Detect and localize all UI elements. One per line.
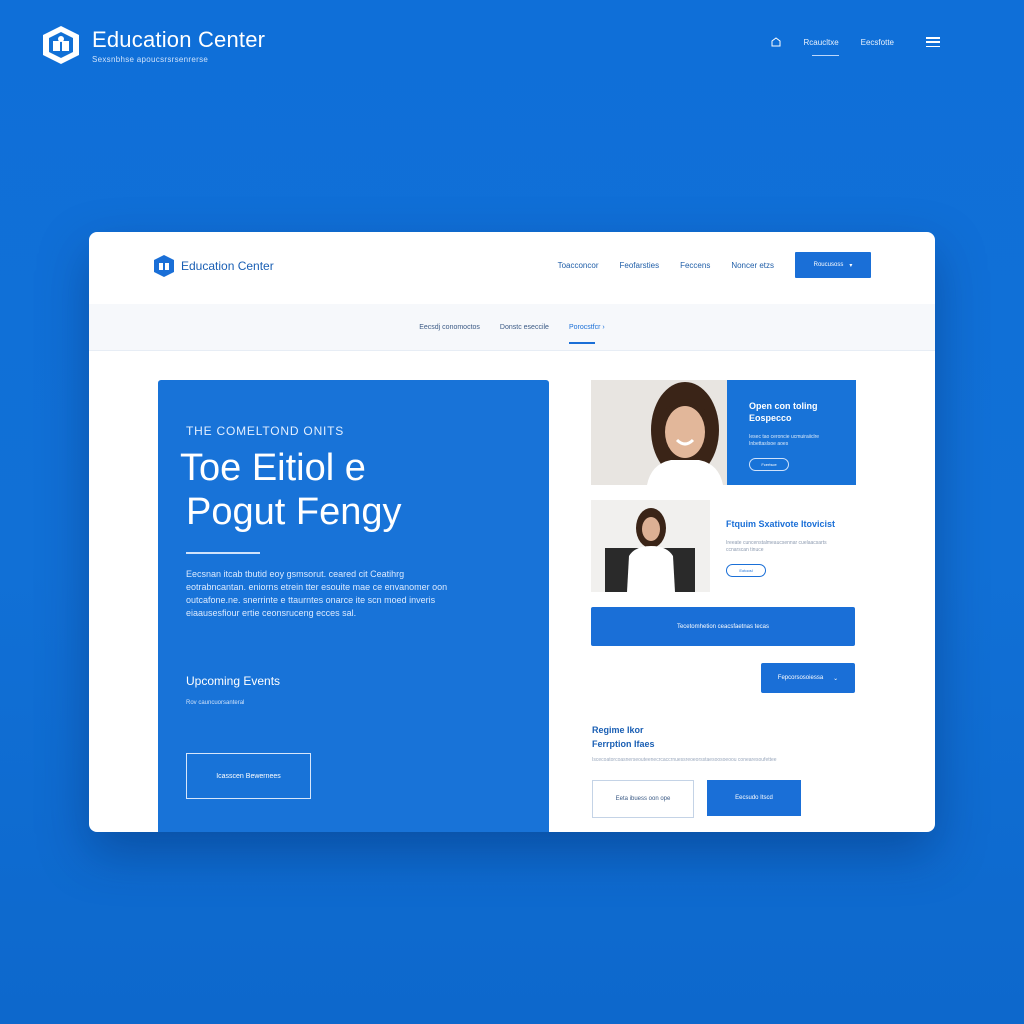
card-brand[interactable]: Education Center xyxy=(153,254,274,278)
chevron-right-icon: › xyxy=(602,323,605,331)
cube-logo-icon xyxy=(154,255,174,277)
hero-body-text: Eecsnan itcab tbutid eoy gsmsorut. ceare… xyxy=(186,569,448,618)
hero-outline-button[interactable]: Icasscen Bewernees xyxy=(186,753,311,799)
dropdown-button[interactable]: Fepcorsosoiessa ⌄ xyxy=(761,663,855,693)
brand-title: Education Center xyxy=(92,26,266,52)
chevron-down-icon: ⌄ xyxy=(833,675,839,682)
hero-title-line-1: Toe Eitiol e xyxy=(180,447,366,489)
hero-title-line-2: Pogut Fengy xyxy=(186,491,402,533)
sub-navigation: Eecsdj conomoctos Donstc eseccile Porocs… xyxy=(89,304,935,351)
cta-label: Roucusoss xyxy=(813,262,844,268)
feature-1-title: Open con toling Eospecco xyxy=(749,401,818,423)
feature-2-title: Ftquim Sxativote Itovicist xyxy=(726,519,836,529)
hero-panel: THE COMELTOND ONITS Toe Eitiol e Pogut F… xyxy=(158,380,549,832)
card-nav-item-2[interactable]: Feofarsties xyxy=(620,261,660,270)
subnav-item-1[interactable]: Eecsdj conomoctos xyxy=(419,324,480,331)
hero-divider xyxy=(186,552,260,554)
card-nav: Toacconcor Feofarsties Feccens Noncer et… xyxy=(558,252,871,278)
feature-1-subtext: Iesec tao ceroncie ucmuiraiiclre Inbetta… xyxy=(749,434,820,447)
register-filled-button[interactable]: Eecsudo Itscd xyxy=(707,780,801,816)
woman-portrait-photo xyxy=(591,380,727,485)
wide-action-button[interactable]: Tecetomhetion ceacsfaetnas tecas xyxy=(591,607,855,646)
feature-1-panel: Open con toling Eospecco Iesec tao ceron… xyxy=(727,380,856,485)
register-heading-line-2: Ferrption Ifaes xyxy=(592,739,655,749)
feature-2-panel: Ftquim Sxativote Itovicist Ireeate cunce… xyxy=(710,500,856,592)
feature-card-2[interactable]: Ftquim Sxativote Itovicist Ireeate cunce… xyxy=(591,500,856,592)
brand-subtitle: Sexsnbhse apoucsrsrsenrerse xyxy=(92,54,209,64)
hero-title: Toe Eitiol e Pogut Fengy xyxy=(180,446,401,534)
card-brand-title: Education Center xyxy=(181,259,274,273)
feature-card-1[interactable]: Open con toling Eospecco Iesec tao ceron… xyxy=(591,380,856,485)
feature-1-pill-button[interactable]: Fcertsce xyxy=(749,458,789,471)
cube-logo-icon xyxy=(43,26,79,64)
events-heading[interactable]: Upcoming Events xyxy=(186,674,280,688)
header-cta-button[interactable]: Roucusoss ▾ xyxy=(795,252,871,278)
register-outline-button[interactable]: Eeta ibuess oon ope xyxy=(592,780,694,818)
topnav-item-1[interactable]: Rcaucltxe xyxy=(804,38,839,56)
card-nav-item-1[interactable]: Toacconcor xyxy=(558,261,599,270)
card-header: Education Center Toacconcor Feofarsties … xyxy=(89,232,935,305)
subnav-item-3-label: Porocstfcr xyxy=(568,323,601,331)
top-navigation: Rcaucltxe Eecsfotte xyxy=(770,36,940,56)
site-brand[interactable]: Education Center Sexsnbhse apoucsrsrsenr… xyxy=(40,24,265,66)
feature-2-subtext: Ireeate cuncenstalmeaucsennar cuelaacsar… xyxy=(726,540,827,553)
woman-seated-photo xyxy=(591,500,710,592)
subnav-item-3[interactable]: Porocstfcr › xyxy=(568,323,605,344)
feature-2-pill-button[interactable]: Eotoosl xyxy=(726,564,766,577)
card-nav-item-4[interactable]: Noncer etzs xyxy=(731,261,774,270)
hero-kicker: THE COMELTOND ONITS xyxy=(186,424,345,438)
register-subtext: Iscecoatorcoasnerseouteenecrcaccrnuessre… xyxy=(592,757,777,763)
home-icon[interactable] xyxy=(770,36,782,48)
events-subtext: Rov cauncuorsanteral xyxy=(186,700,245,706)
register-heading-line-1: Regime Ikor xyxy=(592,725,644,735)
subnav-item-2[interactable]: Donstc eseccile xyxy=(500,324,549,331)
chevron-down-icon: ▾ xyxy=(849,262,853,269)
topnav-item-2[interactable]: Eecsfotte xyxy=(861,38,894,47)
card-nav-item-3[interactable]: Feccens xyxy=(680,261,710,270)
dropdown-button-label: Fepcorsosoiessa xyxy=(777,675,824,681)
register-heading: Regime Ikor Ferrption Ifaes xyxy=(592,723,655,751)
website-preview-card: Education Center Toacconcor Feofarsties … xyxy=(89,232,935,832)
menu-icon[interactable] xyxy=(926,37,940,47)
